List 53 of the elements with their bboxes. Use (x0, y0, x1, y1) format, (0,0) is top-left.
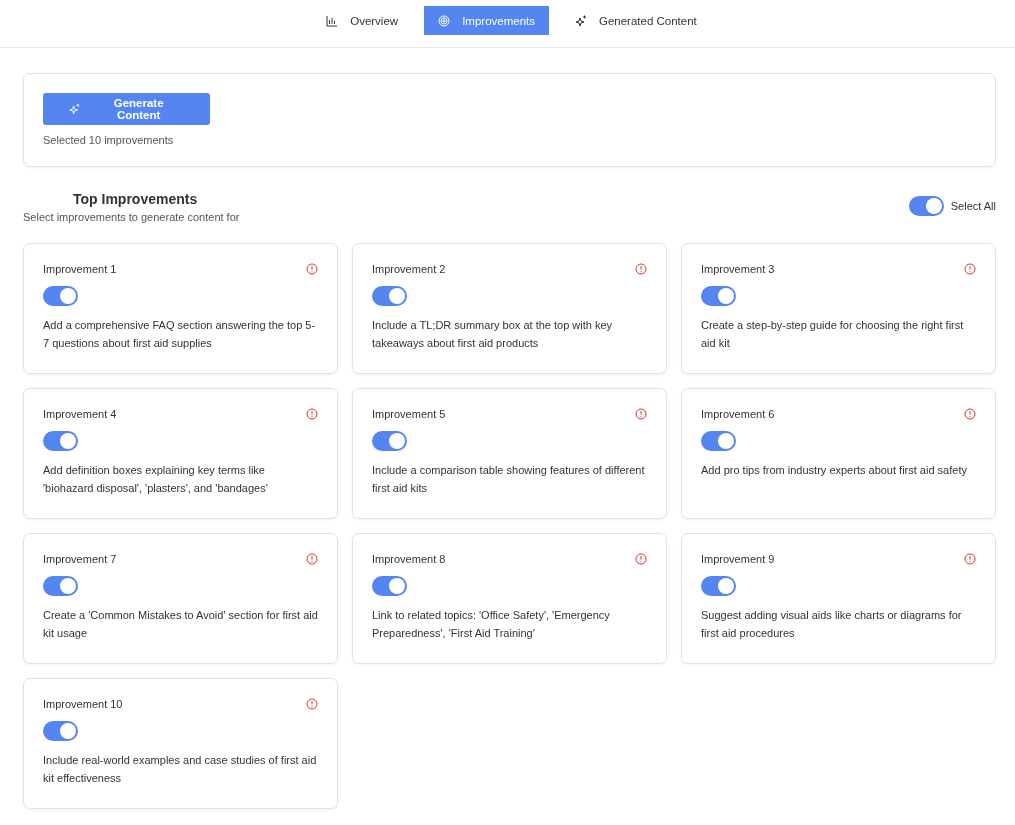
improvement-title: Improvement 10 (43, 698, 123, 710)
select-all-toggle[interactable] (908, 196, 944, 216)
tab[interactable]: Improvements (424, 6, 549, 35)
select-all-label: Select All (950, 200, 996, 212)
improvement-description: Include a comparison table showing features of different first aid kits (372, 463, 646, 496)
target-icon (438, 14, 451, 27)
improvement-toggle[interactable] (372, 431, 407, 451)
improvement-description: Link to related topics: 'Office Safety', 'Emergency Preparedness', 'First Aid Training' (372, 608, 611, 641)
improvement-title: Improvement 7 (43, 553, 117, 565)
alert-icon (635, 263, 647, 275)
improvement-title: Improvement 1 (43, 263, 117, 275)
tab[interactable]: Overview (312, 6, 413, 35)
sparkle-icon (69, 103, 81, 115)
improvement-description: Include a TL;DR summary box at the top with key takeaways about first aid products (372, 318, 614, 351)
alert-icon (306, 553, 318, 565)
improvement-toggle[interactable] (372, 576, 407, 596)
improvement-toggle[interactable] (701, 576, 736, 596)
improvement-toggle[interactable] (43, 431, 78, 451)
alert-icon (964, 553, 976, 565)
tab[interactable]: Generated Content (561, 6, 711, 35)
improvement-description: Add pro tips from industry experts about first aid safety (701, 463, 968, 478)
alert-icon (306, 408, 318, 420)
alert-icon (964, 408, 976, 420)
selection-count: Selected 10 improvements (43, 134, 175, 146)
alert-icon (306, 698, 318, 710)
bar-chart-icon (326, 14, 339, 27)
improvement-title: Improvement 3 (701, 263, 775, 275)
improvement-title: Improvement 9 (701, 553, 775, 565)
generate-content-button[interactable]: Generate Content (43, 93, 210, 125)
improvement-title: Improvement 8 (372, 553, 446, 565)
improvement-toggle[interactable] (701, 431, 736, 451)
alert-icon (635, 408, 647, 420)
improvement-title: Improvement 2 (372, 263, 446, 275)
improvement-toggle[interactable] (43, 576, 78, 596)
improvement-description: Include real-world examples and case studies of first aid kit effectiveness (43, 753, 318, 786)
alert-icon (635, 553, 647, 565)
improvement-description: Add definition boxes explaining key terms like 'biohazard disposal', 'plasters', and 'bandages' (43, 463, 269, 496)
section-subtitle: Select improvements to generate content for (23, 211, 240, 223)
improvement-toggle[interactable] (701, 286, 736, 306)
improvement-description: Create a step-by-step guide for choosing the right first aid kit (701, 318, 965, 351)
improvement-toggle[interactable] (372, 286, 407, 306)
improvement-description: Create a 'Common Mistakes to Avoid' section for first aid kit usage (43, 608, 318, 641)
improvement-toggle[interactable] (43, 721, 78, 741)
improvement-title: Improvement 6 (701, 408, 775, 420)
improvement-title: Improvement 4 (43, 408, 117, 420)
alert-icon (964, 263, 976, 275)
sparkle-icon (575, 14, 587, 27)
improvement-description: Suggest adding visual aids like charts or diagrams for first aid procedures (701, 608, 963, 641)
improvement-toggle[interactable] (43, 286, 78, 306)
alert-icon (306, 263, 318, 275)
section-title: Top Improvements (73, 191, 199, 207)
improvement-title: Improvement 5 (372, 408, 446, 420)
improvement-description: Add a comprehensive FAQ section answering the top 5-7 questions about first aid supplies (43, 318, 317, 351)
